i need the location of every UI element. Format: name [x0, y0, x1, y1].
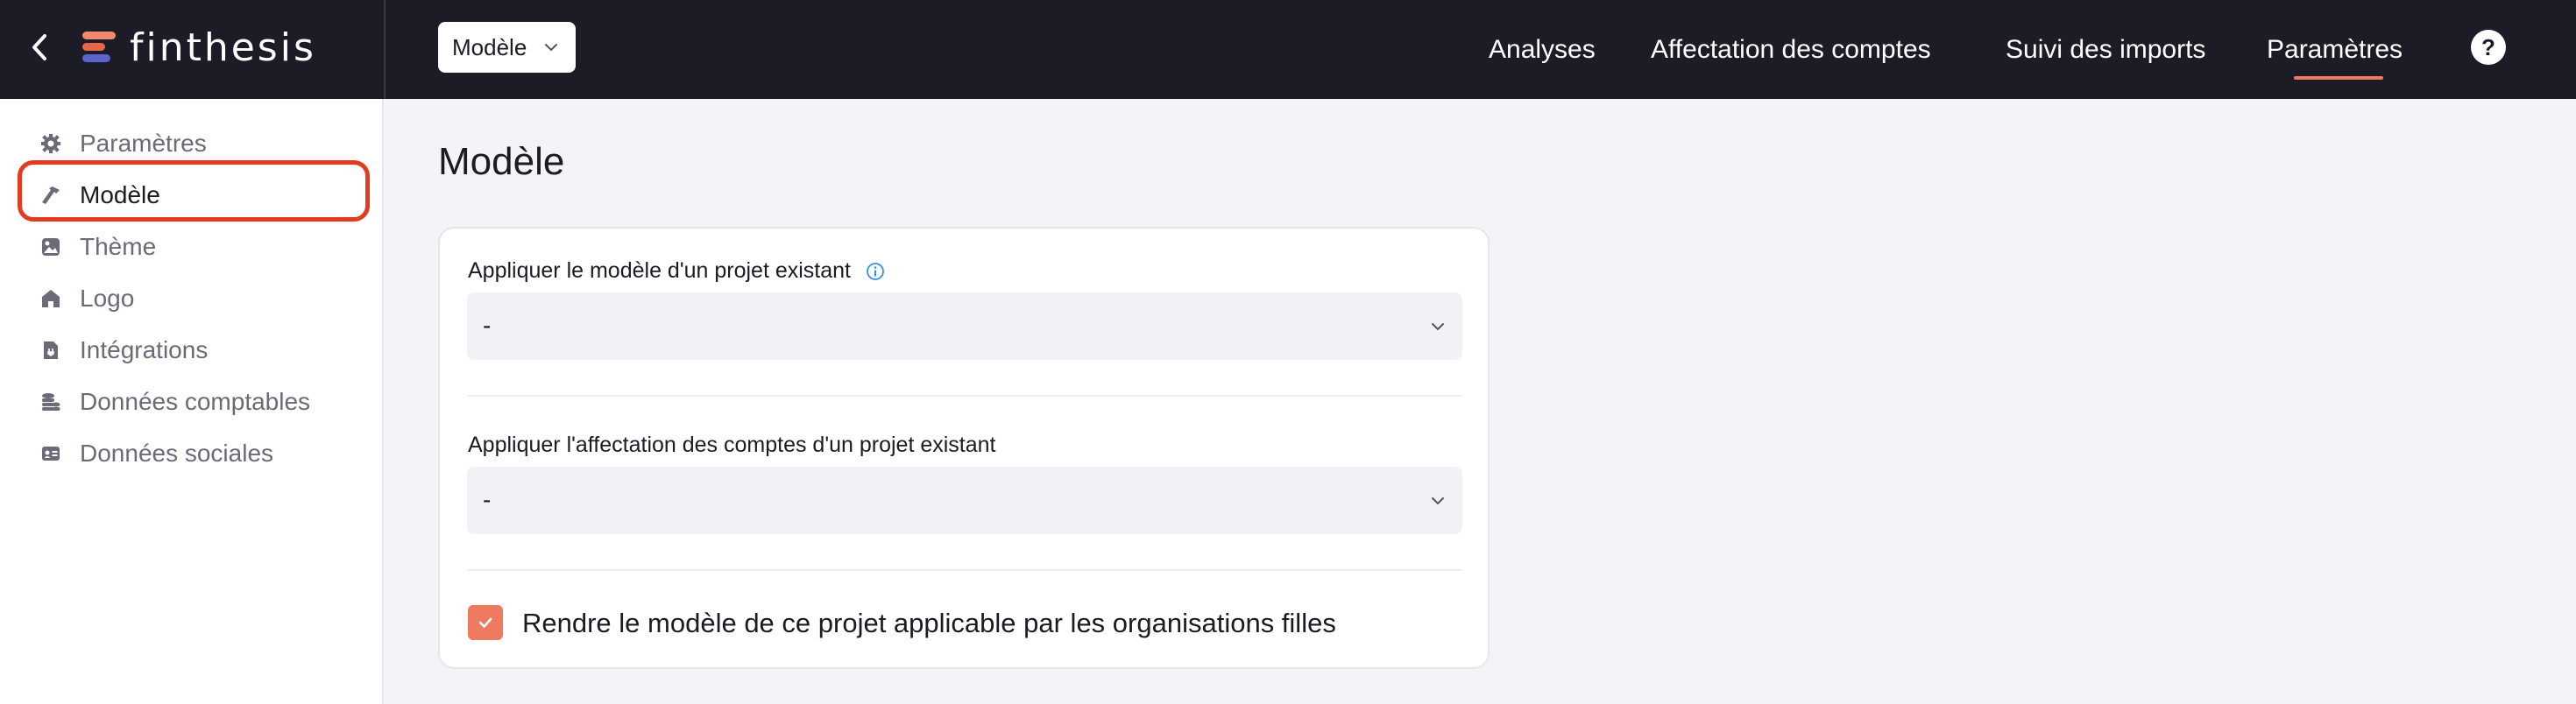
- coins-icon: [39, 390, 63, 414]
- file-plug-icon: [39, 338, 63, 363]
- nav-label: Affectation des comptes: [1651, 34, 1931, 64]
- id-card-icon: [39, 441, 63, 466]
- divider: [467, 569, 1462, 571]
- logo-text: finthesis: [130, 25, 316, 70]
- checkmark-icon: [478, 617, 492, 628]
- divider: [467, 395, 1462, 397]
- model-dropdown-value: Modèle: [452, 33, 527, 60]
- field-label-modele: Appliquer le modèle d'un projet existant: [468, 258, 885, 284]
- sidebar-item-integrations[interactable]: Intégrations: [39, 331, 208, 370]
- field-label-text: Appliquer le modèle d'un projet existant: [468, 258, 851, 283]
- sidebar-item-donnees-comptables[interactable]: Données comptables: [39, 383, 310, 421]
- finthesis-logo-icon: [81, 28, 119, 67]
- sidebar-item-parametres[interactable]: Paramètres: [39, 124, 207, 163]
- nav-label: Analyses: [1489, 34, 1596, 64]
- chevron-down-icon: [1432, 497, 1444, 505]
- sidebar-item-label: Thème: [80, 233, 157, 260]
- sidebar-item-donnees-sociales[interactable]: Données sociales: [39, 434, 273, 473]
- back-icon[interactable]: [26, 30, 53, 65]
- chevron-down-icon: [545, 44, 557, 52]
- logo: finthesis: [81, 25, 316, 70]
- nav-analyses[interactable]: Analyses: [1489, 0, 1596, 99]
- sidebar-item-logo[interactable]: Logo: [39, 279, 134, 318]
- info-icon[interactable]: [866, 262, 885, 281]
- field-label-affectation: Appliquer l'affectation des comptes d'un…: [468, 433, 996, 458]
- home-icon: [39, 286, 63, 311]
- select-value: -: [483, 312, 492, 339]
- sidebar-item-label: Données comptables: [80, 388, 311, 415]
- settings-card: Appliquer le modèle d'un projet existant…: [438, 227, 1490, 669]
- help-label: ?: [2481, 33, 2495, 60]
- chevron-down-icon: [1432, 323, 1444, 331]
- image-icon: [39, 235, 63, 259]
- subsidiaries-checkbox[interactable]: [468, 605, 503, 640]
- nav-affectation-des-comptes[interactable]: Affectation des comptes: [1651, 0, 1931, 99]
- project-model-select[interactable]: -: [467, 292, 1462, 360]
- top-navbar: finthesis Modèle Analyses Affectation de…: [0, 0, 2576, 99]
- model-dropdown[interactable]: Modèle: [438, 22, 576, 73]
- help-icon[interactable]: ?: [2471, 30, 2506, 65]
- select-value: -: [483, 486, 492, 513]
- page-title: Modèle: [438, 140, 565, 183]
- nav-parametres[interactable]: Paramètres: [2267, 0, 2403, 99]
- sidebar-item-label: Logo: [80, 285, 135, 312]
- active-item-highlight: [18, 160, 370, 222]
- active-nav-indicator: [2294, 76, 2383, 80]
- checkbox-label: Rendre le modèle de ce projet applicable…: [522, 608, 1336, 638]
- nav-suivi-des-imports[interactable]: Suivi des imports: [2006, 0, 2205, 99]
- nav-label: Suivi des imports: [2006, 34, 2206, 64]
- sidebar-item-theme[interactable]: Thème: [39, 228, 156, 266]
- sidebar-item-label: Paramètres: [80, 130, 207, 157]
- sidebar-item-label: Données sociales: [80, 440, 274, 467]
- gear-icon: [39, 131, 63, 156]
- sidebar-item-label: Intégrations: [80, 336, 209, 363]
- account-assignment-select[interactable]: -: [467, 467, 1462, 534]
- divider: [384, 0, 386, 99]
- field-label-text: Appliquer l'affectation des comptes d'un…: [468, 433, 996, 457]
- nav-label: Paramètres: [2267, 34, 2403, 64]
